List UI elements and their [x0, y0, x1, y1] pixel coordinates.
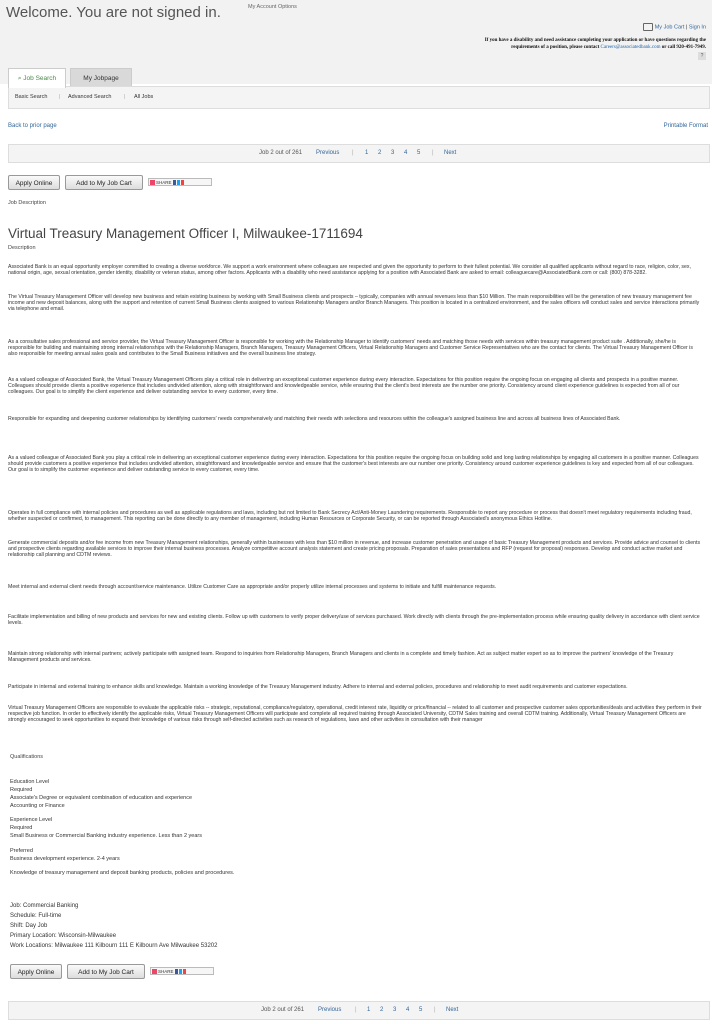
- pager-page[interactable]: 4: [406, 1002, 409, 1019]
- user-links: My Job Cart | Sign In: [642, 23, 706, 31]
- description-paragraph: Meet internal and external client needs …: [8, 584, 497, 590]
- search-subnav: Basic Search | Advanced Search | All Job…: [8, 86, 710, 109]
- job-primary-location: Primary Location: Wisconsin-Milwaukee: [10, 933, 117, 939]
- welcome-message: Welcome. You are not signed in.: [6, 4, 221, 21]
- pager-bottom: Job 2 out of 261 Previous | 1 2 3 4 5 | …: [8, 1001, 710, 1020]
- pager-page[interactable]: 2: [380, 1002, 383, 1019]
- description-paragraph: As a valued colleague of Associated Bank…: [8, 377, 680, 396]
- sign-in-link[interactable]: Sign In: [689, 24, 706, 30]
- qualification-line: Experience Level: [10, 817, 53, 823]
- qualification-line: Business development experience. 2-4 yea…: [10, 856, 120, 862]
- my-job-cart-link[interactable]: My Job Cart: [655, 24, 685, 30]
- description-paragraph: Responsible for expanding and deepening …: [8, 416, 621, 422]
- qualification-line: Preferred: [10, 848, 33, 854]
- pager-next[interactable]: Next: [444, 145, 456, 162]
- add-to-job-cart-button[interactable]: Add to My Job Cart: [67, 964, 145, 979]
- description-label: Description: [8, 245, 36, 251]
- pager-page[interactable]: 2: [378, 145, 381, 162]
- printable-format-link[interactable]: Printable Format: [664, 123, 708, 129]
- description-paragraph: As a consultative sales professional and…: [8, 339, 693, 358]
- job-shift: Shift: Day Job: [10, 923, 48, 929]
- advanced-search-link[interactable]: Advanced Search: [68, 87, 111, 108]
- help-icon[interactable]: ?: [698, 52, 706, 60]
- pager-page[interactable]: 1: [365, 145, 368, 162]
- qualification-line: Education Level: [10, 779, 50, 785]
- tab-job-search[interactable]: ⌕ Job Search: [8, 68, 66, 88]
- pager-page[interactable]: 3: [393, 1002, 396, 1019]
- pager-page[interactable]: 5: [417, 145, 420, 162]
- back-link[interactable]: Back to prior page: [8, 123, 57, 129]
- pager-status: Job 2 out of 261: [259, 150, 303, 156]
- description-paragraph: Virtual Treasury Management Officers are…: [8, 705, 702, 724]
- pager-page[interactable]: 1: [367, 1002, 370, 1019]
- qualifications-label: Qualifications: [10, 754, 44, 760]
- basic-search-link[interactable]: Basic Search: [15, 87, 47, 108]
- description-paragraph: Associated Bank is an equal opportunity …: [8, 264, 691, 277]
- job-schedule: Schedule: Full-time: [10, 913, 62, 919]
- job-work-locations: Work Locations: Milwaukee 111 Kilbourn 1…: [10, 943, 218, 949]
- description-paragraph: Generate commercial deposits and/or fee …: [8, 540, 701, 559]
- share-button[interactable]: SHARE: [150, 967, 214, 975]
- all-jobs-link[interactable]: All Jobs: [134, 87, 153, 108]
- description-paragraph: Maintain strong relationship with intern…: [8, 651, 674, 664]
- share-button[interactable]: SHARE: [148, 178, 212, 186]
- description-paragraph: The Virtual Treasury Management Officer …: [8, 294, 700, 313]
- apply-online-button[interactable]: Apply Online: [8, 175, 60, 190]
- description-paragraph: Facilitate implementation and billing of…: [8, 614, 700, 627]
- share-icon: [150, 180, 155, 186]
- description-paragraph: Participate in internal and external tra…: [8, 684, 628, 690]
- qualification-line: Associate's Degree or equivalent combina…: [10, 795, 193, 801]
- apply-online-button[interactable]: Apply Online: [10, 964, 62, 979]
- pager-next[interactable]: Next: [446, 1002, 458, 1019]
- pager-top: Job 2 out of 261 Previous | 1 2 3 4 5 | …: [8, 144, 710, 163]
- pager-page[interactable]: 5: [419, 1002, 422, 1019]
- pager-page[interactable]: 4: [404, 145, 407, 162]
- description-paragraph: Operates in full compliance with interna…: [8, 510, 692, 523]
- qualification-line: Knowledge of treasury management and dep…: [10, 870, 235, 876]
- disability-notice: If you have a disability and need assist…: [484, 38, 706, 50]
- tab-my-jobpage[interactable]: My Jobpage: [70, 68, 132, 88]
- add-to-job-cart-button[interactable]: Add to My Job Cart: [65, 175, 143, 190]
- job-category: Job: Commercial Banking: [10, 903, 79, 909]
- cart-icon: [642, 23, 653, 31]
- qualification-line: Small Business or Commercial Banking ind…: [10, 833, 202, 839]
- pager-page[interactable]: 3: [391, 145, 394, 162]
- qualification-line: Accounting or Finance: [10, 803, 65, 809]
- account-options-link[interactable]: My Account Options: [248, 4, 297, 10]
- job-title: Virtual Treasury Management Officer I, M…: [8, 226, 363, 241]
- qualification-line: Required: [10, 825, 33, 831]
- description-paragraph: As a valued colleague of Associated Bank…: [8, 455, 699, 474]
- pager-previous[interactable]: Previous: [318, 1002, 341, 1019]
- pager-previous[interactable]: Previous: [316, 145, 339, 162]
- job-description-header: Job Description: [8, 200, 46, 206]
- share-icon: [152, 969, 157, 975]
- careers-email-link[interactable]: Careers@associatedbank.com: [601, 45, 661, 50]
- pager-status: Job 2 out of 261: [261, 1007, 305, 1013]
- qualification-line: Required: [10, 787, 33, 793]
